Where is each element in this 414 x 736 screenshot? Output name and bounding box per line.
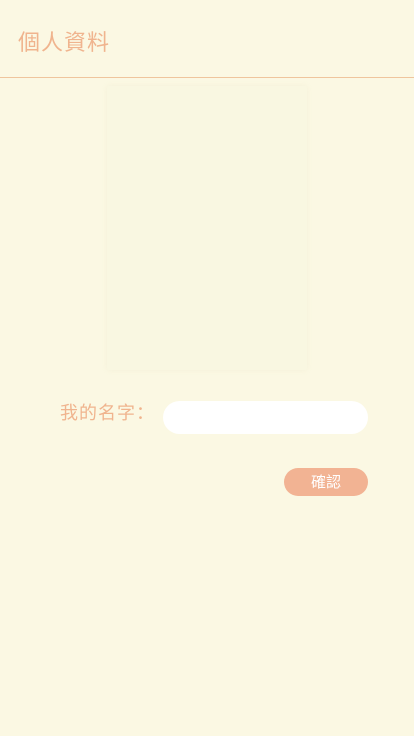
confirm-button[interactable]: 確認 <box>284 468 368 496</box>
name-input[interactable] <box>163 401 368 434</box>
app-header: 個人資料 <box>0 0 414 78</box>
profile-photo-placeholder[interactable] <box>107 86 307 370</box>
name-label: 我的名字： <box>60 403 155 424</box>
profile-page: 個人資料 我的名字： 確認 <box>0 0 414 736</box>
page-title: 個人資料 <box>18 31 111 56</box>
